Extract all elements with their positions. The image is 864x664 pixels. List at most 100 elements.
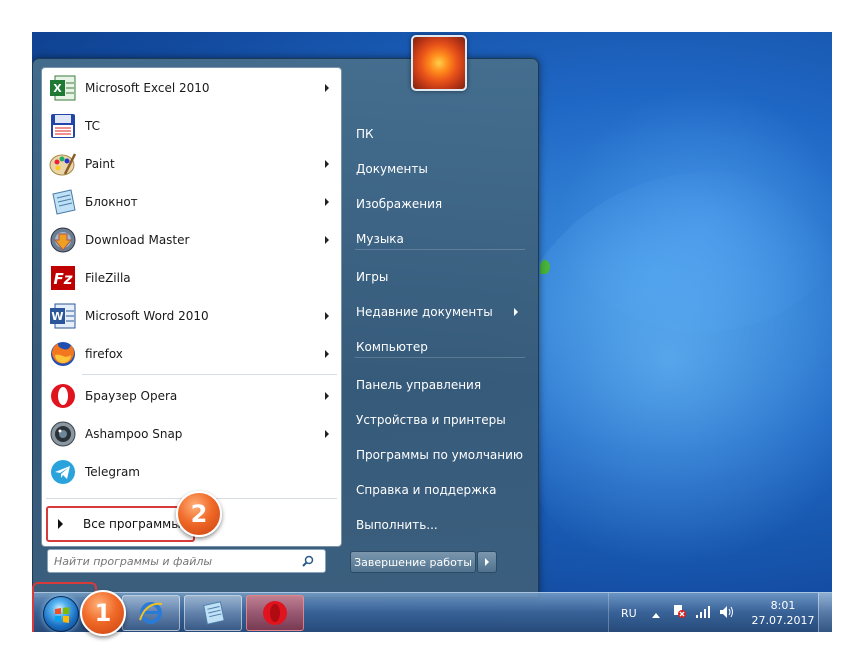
taskbar-notepad-button[interactable] xyxy=(184,595,242,631)
right-item-label: Документы xyxy=(356,162,428,176)
clock-date: 27.07.2017 xyxy=(751,614,815,627)
program-item-filezilla[interactable]: Fz FileZilla xyxy=(46,260,339,296)
right-item-recent-documents[interactable]: Недавние документы xyxy=(347,297,530,327)
program-item-word[interactable]: W Microsoft Word 2010 xyxy=(46,298,339,334)
program-label: Ashampoo Snap xyxy=(85,427,183,441)
clock[interactable]: 8:01 27.07.2017 xyxy=(748,598,818,628)
program-label: firefox xyxy=(85,347,123,361)
program-item-notepad[interactable]: Блокнот xyxy=(46,184,339,220)
program-item-tc[interactable]: TC xyxy=(46,108,339,144)
right-item-help-support[interactable]: Справка и поддержка xyxy=(347,475,530,505)
right-item-control-panel[interactable]: Панель управления xyxy=(347,370,530,400)
search-icon[interactable] xyxy=(298,555,318,567)
program-label: Paint xyxy=(85,157,115,171)
programs-pane: X Microsoft Excel 2010 TC Paint Блокнот … xyxy=(41,67,342,547)
excel-icon: X xyxy=(48,73,78,103)
show-hidden-icons-icon[interactable] xyxy=(651,604,661,623)
separator xyxy=(82,374,337,375)
system-tray: RU 8:01 27.07.2017 xyxy=(608,593,818,632)
user-picture[interactable] xyxy=(411,35,467,91)
submenu-arrow-icon[interactable] xyxy=(325,198,329,206)
right-item-label: Устройства и принтеры xyxy=(356,413,506,427)
program-item-opera[interactable]: Браузер Opera xyxy=(46,378,339,414)
telegram-icon xyxy=(48,457,78,487)
search-input[interactable] xyxy=(48,554,298,568)
program-item-telegram[interactable]: Telegram xyxy=(46,454,339,490)
taskbar-ie-button[interactable] xyxy=(122,595,180,631)
right-item-label: Изображения xyxy=(356,197,443,211)
opera-icon xyxy=(263,601,287,625)
right-item-label: Недавние документы xyxy=(356,305,493,319)
submenu-arrow-icon[interactable] xyxy=(325,430,329,438)
program-item-download-master[interactable]: Download Master xyxy=(46,222,339,258)
program-label: Microsoft Word 2010 xyxy=(85,309,209,323)
submenu-arrow-icon[interactable] xyxy=(325,312,329,320)
right-item-devices-printers[interactable]: Устройства и принтеры xyxy=(347,405,530,435)
submenu-arrow-icon[interactable] xyxy=(514,308,518,316)
right-item-label: Справка и поддержка xyxy=(356,483,497,497)
step-badge-1: 1 xyxy=(80,590,126,636)
submenu-arrow-icon[interactable] xyxy=(325,84,329,92)
svg-text:W: W xyxy=(51,310,63,323)
right-item-default-programs[interactable]: Программы по умолчанию xyxy=(347,440,530,470)
shutdown-button[interactable]: Завершение работы xyxy=(350,551,476,573)
paint-icon xyxy=(48,149,78,179)
program-item-paint[interactable]: Paint xyxy=(46,146,339,182)
expand-arrow-icon xyxy=(58,519,63,529)
action-center-icon[interactable] xyxy=(671,603,687,623)
show-desktop-button[interactable] xyxy=(818,593,832,632)
right-item-label: ПК xyxy=(356,127,374,141)
right-item-label: Программы по умолчанию xyxy=(356,448,524,462)
right-item-pc[interactable]: ПК xyxy=(347,119,530,149)
step-badge-2: 2 xyxy=(176,491,222,537)
right-item-label: Музыка xyxy=(356,232,404,246)
submenu-arrow-icon[interactable] xyxy=(325,160,329,168)
taskbar-opera-button[interactable] xyxy=(246,595,304,631)
filezilla-icon: Fz xyxy=(48,263,78,293)
shutdown-label: Завершение работы xyxy=(354,555,472,569)
submenu-arrow-icon[interactable] xyxy=(325,236,329,244)
right-item-pictures[interactable]: Изображения xyxy=(347,189,530,219)
word-icon: W xyxy=(48,301,78,331)
program-label: Браузер Opera xyxy=(85,389,178,403)
program-label: Блокнот xyxy=(85,195,138,209)
all-programs-button[interactable]: Все программы xyxy=(46,506,195,542)
program-label: TC xyxy=(85,119,101,133)
total-commander-icon xyxy=(48,111,78,141)
notepad-icon xyxy=(203,601,225,625)
all-programs-label: Все программы xyxy=(83,517,181,531)
ashampoo-snap-icon xyxy=(48,419,78,449)
right-item-run[interactable]: Выполнить... xyxy=(347,510,530,540)
submenu-arrow-icon[interactable] xyxy=(325,350,329,358)
taskbar: RU 8:01 27.07.2017 xyxy=(32,582,832,632)
right-item-games[interactable]: Игры xyxy=(347,262,530,292)
program-item-ashampoo-snap[interactable]: Ashampoo Snap xyxy=(46,416,339,452)
separator xyxy=(355,357,525,358)
internet-explorer-icon xyxy=(139,602,163,624)
right-item-label: Компьютер xyxy=(356,340,428,354)
program-item-firefox[interactable]: firefox xyxy=(46,336,339,372)
right-item-documents[interactable]: Документы xyxy=(347,154,530,184)
submenu-arrow-icon[interactable] xyxy=(325,392,329,400)
volume-icon[interactable] xyxy=(719,604,735,623)
network-icon[interactable] xyxy=(695,604,711,623)
windows-logo-icon xyxy=(55,607,69,623)
wallpaper-glow xyxy=(552,72,832,332)
start-button[interactable] xyxy=(43,596,79,632)
search-box[interactable] xyxy=(47,549,326,573)
language-indicator[interactable]: RU xyxy=(621,607,637,620)
svg-text:Fz: Fz xyxy=(54,270,73,288)
clock-time: 8:01 xyxy=(770,599,796,612)
desktop: X Microsoft Excel 2010 TC Paint Блокнот … xyxy=(32,32,832,632)
shutdown-options-button[interactable] xyxy=(477,551,497,573)
program-label: Microsoft Excel 2010 xyxy=(85,81,210,95)
opera-icon xyxy=(48,381,78,411)
program-label: Download Master xyxy=(85,233,190,247)
program-item-excel[interactable]: X Microsoft Excel 2010 xyxy=(46,70,339,106)
program-label: Telegram xyxy=(85,465,140,479)
notepad-icon xyxy=(48,187,78,217)
svg-text:X: X xyxy=(53,82,62,95)
right-item-label: Игры xyxy=(356,270,389,284)
right-item-label: Панель управления xyxy=(356,378,482,392)
wallpaper-leaf xyxy=(540,260,550,274)
